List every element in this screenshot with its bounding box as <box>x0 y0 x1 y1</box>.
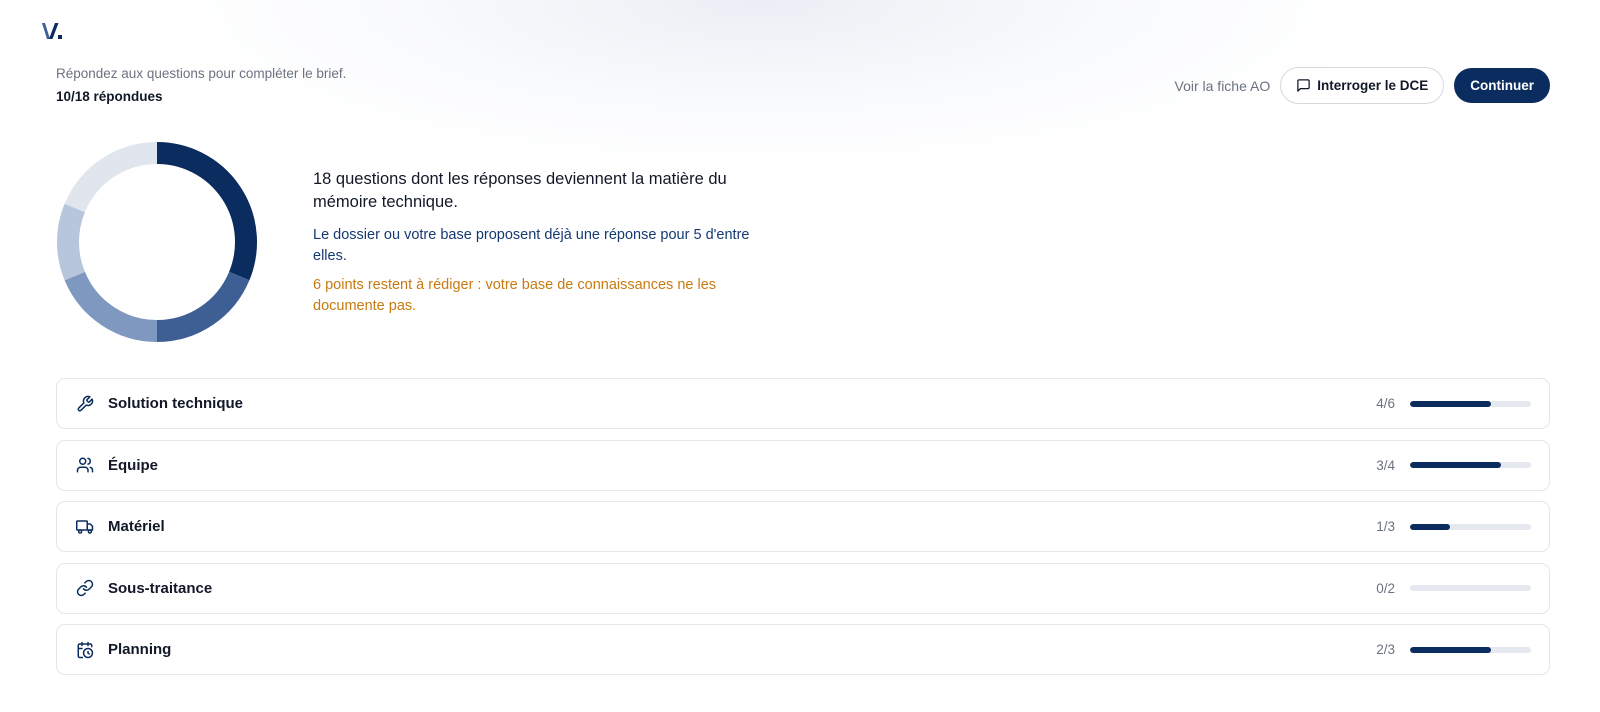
category-label: Équipe <box>108 456 159 474</box>
category-label: Solution technique <box>108 395 243 412</box>
query-dce-button[interactable]: Interroger le DCE <box>1280 67 1445 104</box>
category-progress-fill <box>1410 523 1451 530</box>
donut-segment-1 <box>156 271 250 342</box>
category-progress-fill <box>1410 462 1501 468</box>
category-label: Matériel <box>108 518 165 535</box>
category-row-materiel[interactable]: Matériel 1/3 <box>56 501 1550 552</box>
progress-intro: Répondez aux questions pour compléter le… <box>56 65 346 106</box>
calendar-clock-icon <box>76 641 94 659</box>
category-progress-fill <box>1410 646 1491 653</box>
category-progress-fill <box>1410 400 1491 407</box>
category-label: Sous-traitance <box>108 579 213 597</box>
category-row-solution-technique[interactable]: Solution technique 4/6 <box>56 378 1550 429</box>
continue-button[interactable]: Continuer <box>1454 68 1550 103</box>
category-progress-bar <box>1410 646 1531 653</box>
truck-icon <box>76 518 94 536</box>
summary-missing-text: 6 points restent à rédiger : votre base … <box>313 277 717 314</box>
category-progress-bar <box>1410 523 1531 530</box>
instruction-text: Répondez aux questions pour compléter le… <box>56 66 347 81</box>
summary-available-text: Le dossier ou votre base proposent déjà … <box>313 227 750 264</box>
link-icon <box>76 579 94 597</box>
category-count: 2/3 <box>1376 642 1395 657</box>
category-row-equipe[interactable]: Équipe 3/4 <box>56 439 1550 491</box>
users-icon <box>76 456 94 474</box>
category-count: 4/6 <box>1376 396 1395 411</box>
summary-title: 18 questions dont les réponses deviennen… <box>313 170 727 211</box>
query-dce-label: Interroger le DCE <box>1317 78 1429 93</box>
category-list: Solution technique 4/6 Équipe 3/4 Matéri… <box>56 378 1550 686</box>
category-label: Planning <box>108 641 172 658</box>
progress-donut-chart <box>57 142 257 342</box>
summary-panel: 18 questions dont les réponses deviennen… <box>313 168 753 317</box>
category-count: 3/4 <box>1376 457 1395 473</box>
category-row-sous-traitance[interactable]: Sous-traitance 0/2 <box>56 562 1550 614</box>
category-progress-bar <box>1410 462 1531 468</box>
category-count: 0/2 <box>1376 580 1395 596</box>
answered-count: 10/18 répondues <box>56 89 163 104</box>
donut-segment-3 <box>57 203 86 281</box>
category-progress-bar <box>1410 585 1531 591</box>
donut-segment-0 <box>156 142 257 281</box>
message-square-icon <box>1297 79 1310 92</box>
category-row-planning[interactable]: Planning 2/3 <box>56 624 1550 675</box>
category-progress-bar <box>1410 400 1531 407</box>
view-ao-link[interactable]: Voir la fiche AO <box>1175 78 1271 94</box>
donut-segment-4 <box>64 142 158 213</box>
brand-logo <box>42 23 62 39</box>
wrench-icon <box>76 395 94 413</box>
category-count: 1/3 <box>1376 519 1395 534</box>
header-actions: Voir la fiche AO Interroger le DCE Conti… <box>1175 67 1550 104</box>
donut-segment-2 <box>64 271 158 342</box>
